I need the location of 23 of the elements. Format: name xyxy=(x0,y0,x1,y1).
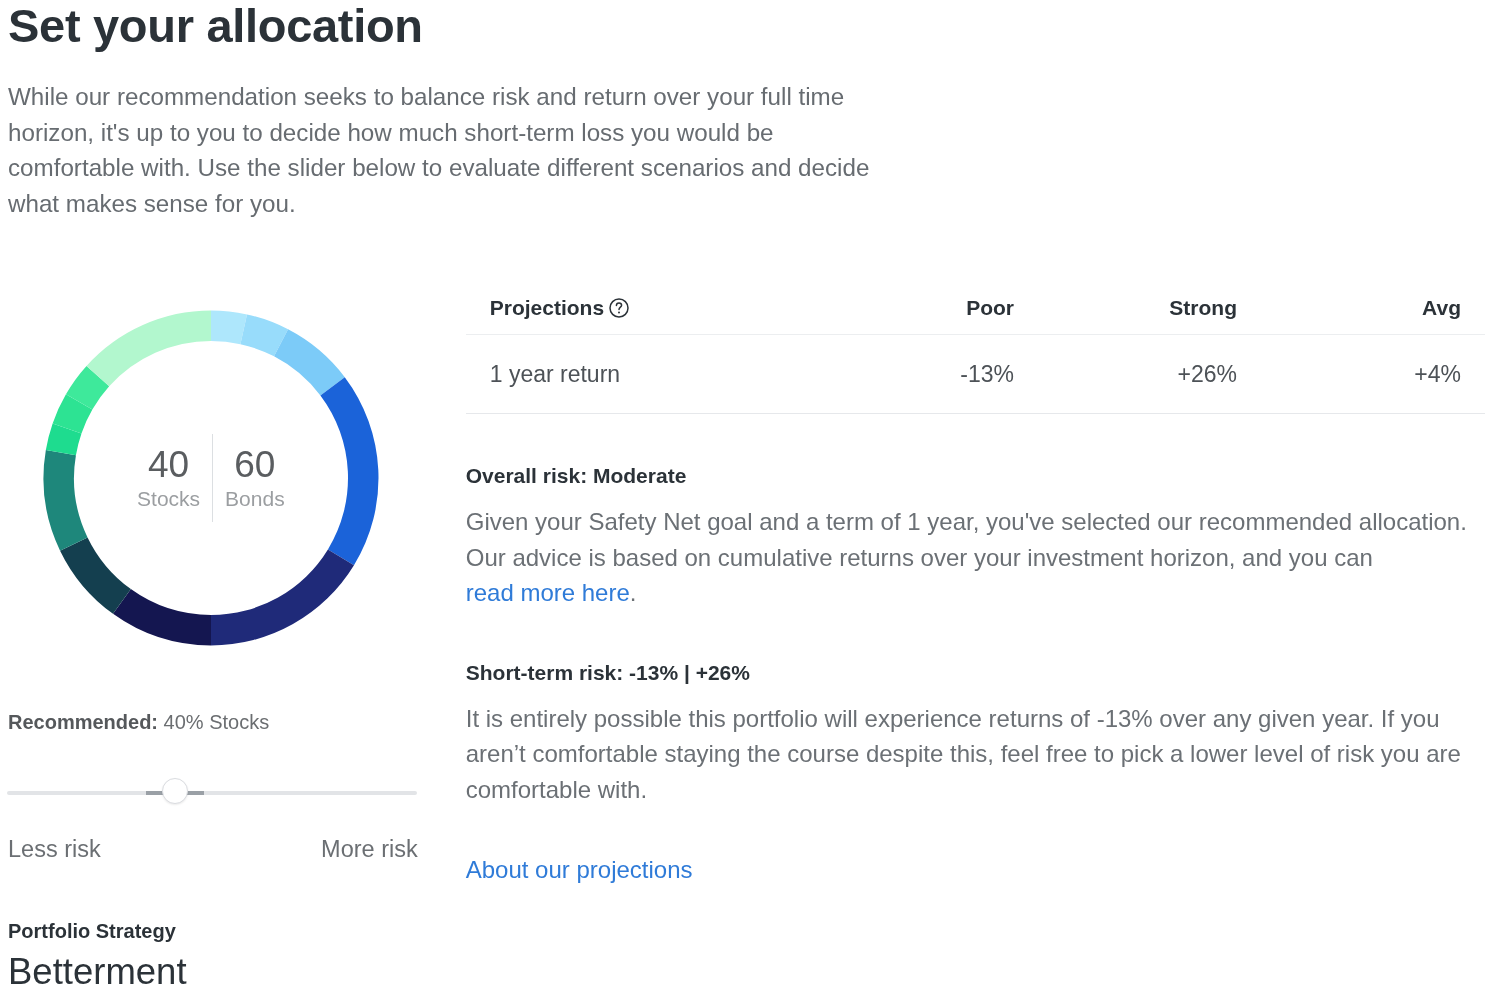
read-more-link[interactable]: read more here xyxy=(465,579,630,607)
help-icon[interactable] xyxy=(609,298,630,319)
slider-min-label: Less risk xyxy=(8,835,101,864)
page-title: Set your allocation xyxy=(8,0,424,52)
table-cell-text: +4% xyxy=(1413,362,1461,387)
risk-paragraph: Given your Safety Net goal and a term of 1 year, you've selected our recommended allocation. Our advice is based on cumulative returns over your investment horizon, and you can read more here. xyxy=(465,507,1468,609)
risk-heading: Overall risk: Moderate xyxy=(465,464,688,489)
slider-handle[interactable] xyxy=(162,778,189,805)
column-header: Projections xyxy=(489,296,605,321)
strategy-value: Betterment xyxy=(8,951,188,994)
risk-paragraph: It is entirely possible this portfolio will experience returns of -13% over any given year. If you aren’t comfortable staying the course despite this, feel free to pick a lower level of risk you are comfortable with. xyxy=(465,703,1462,805)
column-header: Strong xyxy=(1168,296,1237,321)
slider-max-label: More risk xyxy=(321,835,418,864)
intro-paragraph: While our recommendation seeks to balance risk and return over your full time horizon, it's up to you to decide how much short-term loss you would be comfortable with. Use the slider below to evaluate different scenarios and decide what makes sense for you. xyxy=(8,82,871,219)
column-header: Poor xyxy=(965,296,1014,321)
recommended-text: Recommended: 40% Stocks xyxy=(8,710,271,736)
risk-heading: Short-term risk: -13% | +26% xyxy=(465,660,751,685)
about-projections-link[interactable]: About our projections xyxy=(465,852,693,889)
row-label: 1 year return xyxy=(489,362,622,387)
strategy-label: Portfolio Strategy xyxy=(8,919,177,944)
column-header: Avg xyxy=(1421,296,1461,321)
table-cell-text: +26% xyxy=(1176,362,1237,387)
table-cell-text: -13% xyxy=(959,362,1014,387)
